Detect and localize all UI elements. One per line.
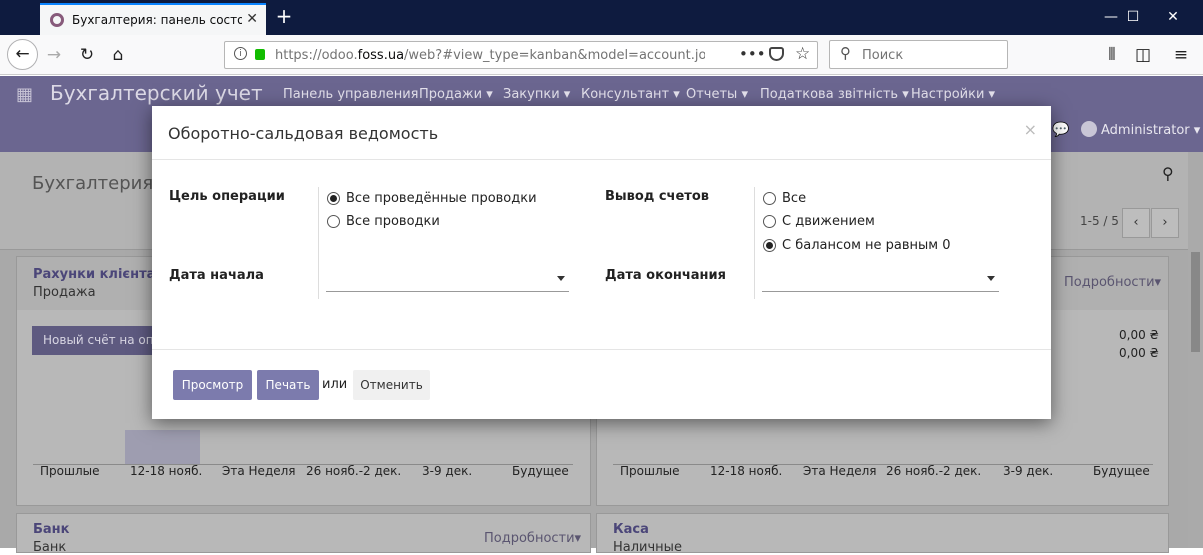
- card-title[interactable]: Банк: [33, 522, 70, 537]
- back-arrow-icon[interactable]: ←: [7, 39, 38, 70]
- axis-label: Будущее: [512, 464, 569, 478]
- chevron-down-icon[interactable]: [987, 276, 995, 281]
- search-icon: ⚲: [840, 44, 851, 62]
- date-to-field[interactable]: [762, 270, 999, 292]
- close-window-icon[interactable]: ✕: [1150, 0, 1196, 35]
- pager-next-icon[interactable]: ›: [1151, 208, 1179, 238]
- axis-label: 12-18 нояб.: [130, 464, 203, 478]
- menu-tax-reports[interactable]: Податкова звітність ▾: [760, 87, 909, 102]
- menu-dashboard[interactable]: Панель управления: [283, 87, 419, 102]
- date-to-label: Дата окончания: [605, 268, 726, 283]
- divider: [152, 159, 1051, 160]
- chevron-down-icon[interactable]: [557, 276, 565, 281]
- app-brand: Бухгалтерский учет: [50, 81, 263, 105]
- card-title[interactable]: Каса: [613, 522, 649, 537]
- menu-adviser[interactable]: Консультант ▾: [581, 87, 680, 102]
- chart-axis-line: [613, 464, 1153, 465]
- menu-sales[interactable]: Продажи ▾: [419, 87, 493, 102]
- radio-unchecked-icon[interactable]: [763, 214, 776, 228]
- reload-icon[interactable]: ↻: [72, 40, 102, 70]
- display-accounts-label: Вывод счетов: [605, 189, 709, 204]
- page-actions-icon[interactable]: •••: [739, 45, 766, 63]
- card-subtitle: Продажа: [33, 285, 96, 300]
- sidebar-icon[interactable]: ◫: [1128, 40, 1158, 70]
- radio-unchecked-icon[interactable]: [763, 191, 776, 205]
- library-icon[interactable]: ⫴: [1097, 40, 1127, 70]
- pocket-icon[interactable]: [769, 47, 784, 61]
- axis-label: 26 нояб.-2 дек.: [306, 464, 402, 478]
- date-from-label: Дата начала: [169, 268, 264, 283]
- divider: [318, 187, 319, 299]
- axis-label: 26 нояб.-2 дек.: [886, 464, 982, 478]
- more-dropdown[interactable]: Подробности▾: [484, 531, 581, 546]
- radio-checked-icon[interactable]: [763, 238, 776, 252]
- menu-reports[interactable]: Отчеты ▾: [686, 87, 748, 102]
- pager-prev-icon[interactable]: ‹: [1122, 208, 1150, 238]
- divider: [754, 187, 755, 299]
- card-title[interactable]: Рахунки клієнтам: [33, 267, 166, 282]
- radio-all-entries[interactable]: Все проводки: [327, 213, 440, 229]
- axis-label: Эта Неделя: [222, 464, 296, 478]
- axis-label: 3-9 дек.: [1003, 464, 1054, 478]
- divider: [152, 349, 1051, 350]
- url-bar[interactable]: i https://odoo.foss.ua/web?#view_type=ka…: [224, 41, 818, 69]
- url-text: https://odoo.foss.ua/web?#view_type=kanb…: [275, 48, 705, 63]
- trial-balance-dialog: Оборотно-сальдовая ведомость × Цель опер…: [152, 106, 1051, 419]
- avatar[interactable]: [1081, 121, 1097, 137]
- close-icon[interactable]: ×: [1024, 120, 1037, 139]
- target-move-label: Цель операции: [169, 189, 285, 204]
- radio-unchecked-icon[interactable]: [327, 214, 340, 228]
- more-dropdown[interactable]: Подробности▾: [1064, 275, 1161, 290]
- menu-settings[interactable]: Настройки ▾: [911, 87, 995, 102]
- chart-axis-line: [33, 464, 573, 465]
- axis-label: Будущее: [1093, 464, 1150, 478]
- scrollbar[interactable]: [1188, 152, 1203, 548]
- tab-title: Бухгалтерия: панель состояния: [72, 13, 242, 27]
- user-menu[interactable]: Administrator ▾: [1101, 123, 1200, 138]
- view-button[interactable]: Просмотр: [173, 370, 252, 400]
- radio-display-movement[interactable]: С движением: [763, 213, 875, 229]
- radio-all-posted[interactable]: Все проведённые проводки: [327, 190, 537, 206]
- menu-purchases[interactable]: Закупки ▾: [503, 87, 570, 102]
- close-tab-icon[interactable]: ✕: [246, 11, 258, 27]
- lock-icon: [255, 49, 265, 60]
- menu-icon[interactable]: ≡: [1166, 40, 1196, 70]
- cancel-button[interactable]: Отменить: [353, 370, 430, 400]
- search-placeholder: Поиск: [862, 48, 904, 63]
- bookmark-star-icon[interactable]: ☆: [795, 44, 810, 64]
- axis-label: Прошлые: [40, 464, 100, 478]
- info-icon[interactable]: i: [234, 47, 247, 60]
- home-icon[interactable]: ⌂: [103, 40, 133, 70]
- browser-tab[interactable]: Бухгалтерия: панель состояния ✕: [40, 3, 266, 35]
- chat-icon[interactable]: 💬: [1052, 122, 1069, 138]
- amount: 0,00 ₴: [1119, 328, 1159, 342]
- or-text: или: [322, 377, 348, 392]
- radio-checked-icon[interactable]: [327, 191, 340, 205]
- odoo-favicon-icon: [50, 13, 64, 27]
- axis-label: Эта Неделя: [803, 464, 877, 478]
- dialog-title: Оборотно-сальдовая ведомость: [168, 124, 439, 143]
- axis-label: Прошлые: [620, 464, 680, 478]
- chart-bar: [125, 430, 200, 465]
- new-invoice-button[interactable]: Новый счёт на опла: [32, 326, 154, 355]
- axis-label: 3-9 дек.: [422, 464, 473, 478]
- date-from-field[interactable]: [326, 270, 569, 292]
- new-tab-icon[interactable]: +: [272, 4, 296, 30]
- print-button[interactable]: Печать: [257, 370, 319, 400]
- search-input[interactable]: ⚲ Поиск: [829, 40, 1008, 69]
- forward-arrow-icon[interactable]: →: [39, 40, 69, 70]
- axis-label: 12-18 нояб.: [710, 464, 783, 478]
- amount: 0,00 ₴: [1119, 346, 1159, 360]
- search-icon[interactable]: ⚲: [1162, 164, 1174, 183]
- radio-display-all[interactable]: Все: [763, 190, 806, 206]
- radio-display-not-zero[interactable]: С балансом не равным 0: [763, 237, 951, 253]
- apps-grid-icon[interactable]: ▦: [16, 84, 33, 105]
- pager-value: 1-5 / 5: [1080, 214, 1119, 228]
